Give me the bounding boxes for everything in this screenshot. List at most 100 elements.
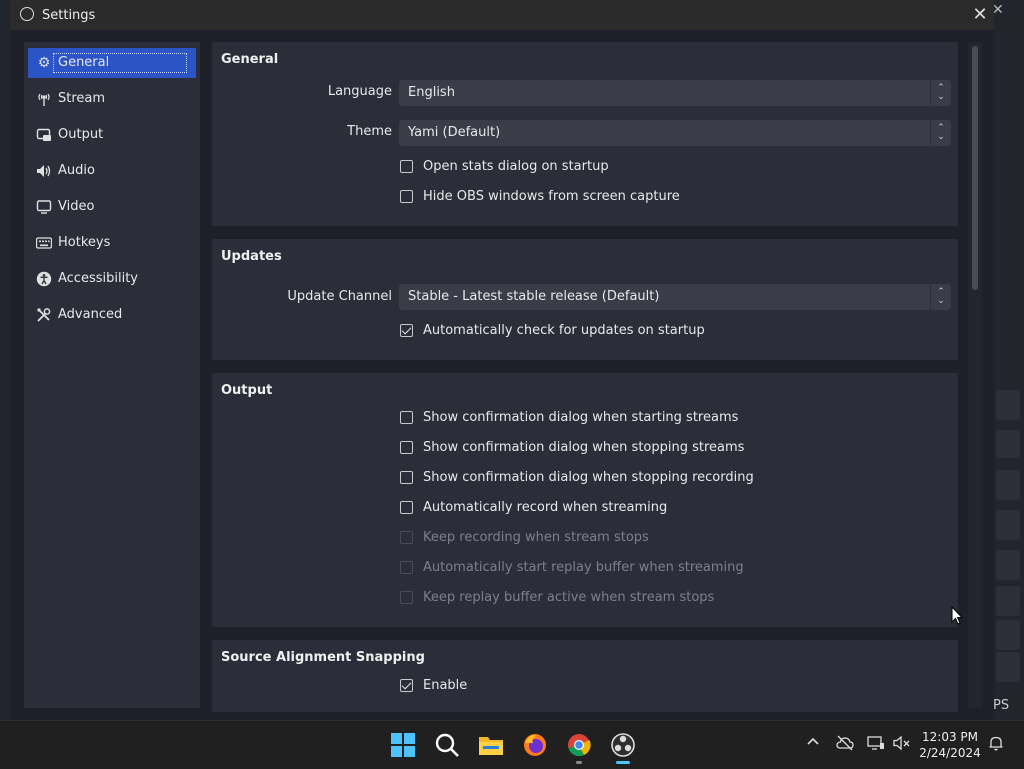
scrollbar-thumb[interactable] [972,46,978,290]
obs-studio-icon[interactable] [609,731,637,764]
keep-replay-buffer-label: Keep replay buffer active when stream st… [423,590,715,605]
confirm-stop-recording-label: Show confirmation dialog when stopping r… [423,470,754,485]
sidebar-item-general[interactable]: ⚙ General [28,48,196,78]
background-button[interactable] [996,510,1020,540]
clock-time: 12:03 PM [922,730,978,744]
background-settings-button[interactable] [996,550,1020,580]
sidebar-item-label: Advanced [58,307,123,322]
sidebar-item-hotkeys[interactable]: Hotkeys [28,228,196,258]
search-icon[interactable] [433,731,461,759]
chrome-icon[interactable] [565,731,593,764]
settings-window: Settings ✕ ⚙ General Stream Output Audio [10,0,994,720]
snapping-enable-label: Enable [423,678,468,693]
sidebar-item-label: Output [58,127,104,142]
content-scrollbar[interactable] [968,42,982,708]
sidebar-item-advanced[interactable]: Advanced [28,300,196,330]
antenna-icon [36,91,52,107]
confirm-stop-stream-label: Show confirmation dialog when stopping s… [423,440,745,455]
keyboard-icon [35,235,53,251]
speaker-icon [36,163,52,179]
checkbox-box[interactable] [400,411,413,424]
checkbox-box [400,591,413,604]
sidebar-item-label: Stream [58,91,106,106]
title-bar: Settings ✕ [10,0,994,30]
updown-chevron-icon: ⌃ ⌄ [930,284,951,310]
snapping-group: Source Alignment Snapping Enable [212,640,958,712]
sidebar-item-label: Accessibility [58,271,138,286]
updates-group-title: Updates [221,249,282,264]
confirm-start-stream-label: Show confirmation dialog when starting s… [423,410,739,425]
keep-recording-label: Keep recording when stream stops [423,530,649,545]
theme-label: Theme [347,124,392,139]
language-label: Language [327,84,392,99]
checkbox-box[interactable] [400,501,413,514]
sidebar-item-stream[interactable]: Stream [28,84,196,114]
general-group-title: General [221,52,279,67]
sidebar-item-output[interactable]: Output [28,120,196,150]
taskbar: 12:03 PM 2/24/2024 [0,720,1024,769]
file-explorer-icon[interactable] [477,731,505,759]
monitor-icon [36,199,52,215]
gear-icon: ⚙ [37,55,51,71]
mouse-cursor-icon [951,605,964,630]
obs-logo-icon [20,7,34,21]
updates-group: Updates Update Channel Stable - Latest s… [212,239,958,360]
output-icon [36,127,52,143]
sidebar-item-label: Audio [58,163,95,178]
auto-record-label: Automatically record when streaming [423,500,668,515]
sidebar-item-label: Video [58,199,95,214]
window-title: Settings [42,8,96,23]
sidebar-item-label: Hotkeys [58,235,111,250]
snapping-group-title: Source Alignment Snapping [221,650,425,665]
checkbox-box[interactable] [400,190,413,203]
auto-check-updates-label: Automatically check for updates on start… [423,323,705,338]
background-app-left-edge [0,0,10,720]
update-channel-select[interactable]: Stable - Latest stable release (Default)… [399,284,951,310]
general-group: General Language English ⌃ ⌄ Theme Yami (… [212,42,958,226]
settings-content: General Language English ⌃ ⌄ Theme Yami (… [210,42,958,712]
speaker-muted-icon[interactable] [893,735,911,755]
sidebar-item-accessibility[interactable]: Accessibility [28,264,196,294]
checkbox-box[interactable] [400,471,413,484]
checkbox-box [400,531,413,544]
update-channel-value: Stable - Latest stable release (Default) [408,289,660,304]
checkbox-box[interactable] [400,679,413,692]
taskbar-clock[interactable]: 12:03 PM 2/24/2024 [918,729,982,761]
close-button[interactable]: ✕ [970,4,990,25]
settings-sidebar: ⚙ General Stream Output Audio Video Hotk… [24,42,200,708]
language-select-value: English [408,85,455,100]
onedrive-off-icon[interactable] [836,735,854,755]
hide-obs-label: Hide OBS windows from screen capture [423,189,680,204]
clock-date: 2/24/2024 [919,746,981,760]
background-button[interactable] [996,652,1020,682]
tools-icon [36,307,52,323]
updown-chevron-icon: ⌃ ⌄ [930,120,951,146]
background-button[interactable] [996,586,1020,616]
checkbox-box[interactable] [400,324,413,337]
background-layout-button[interactable] [996,430,1020,458]
windows-start-icon[interactable] [389,731,417,759]
output-group-title: Output [221,383,273,398]
update-channel-label: Update Channel [287,289,392,304]
sidebar-item-label: General [53,53,187,73]
open-stats-label: Open stats dialog on startup [423,159,609,174]
auto-replay-buffer-label: Automatically start replay buffer when s… [423,560,744,575]
background-button[interactable] [996,620,1020,650]
theme-select[interactable]: Yami (Default) ⌃ ⌄ [399,120,951,146]
notification-bell-icon[interactable] [988,735,1004,755]
output-group: Output Show confirmation dialog when sta… [212,373,958,627]
network-icon[interactable] [867,735,885,755]
sidebar-item-audio[interactable]: Audio [28,156,196,186]
accessibility-icon [36,271,52,287]
background-ps-text: PS [993,698,1010,713]
background-dropdown-button[interactable] [996,390,1020,420]
theme-select-value: Yami (Default) [408,125,501,140]
checkbox-box[interactable] [400,160,413,173]
chevron-up-icon[interactable] [806,735,820,753]
background-button[interactable] [996,470,1020,500]
checkbox-box[interactable] [400,441,413,454]
sidebar-item-video[interactable]: Video [28,192,196,222]
firefox-icon[interactable] [521,731,549,759]
updown-chevron-icon: ⌃ ⌄ [930,80,951,106]
language-select[interactable]: English ⌃ ⌄ [399,80,951,106]
